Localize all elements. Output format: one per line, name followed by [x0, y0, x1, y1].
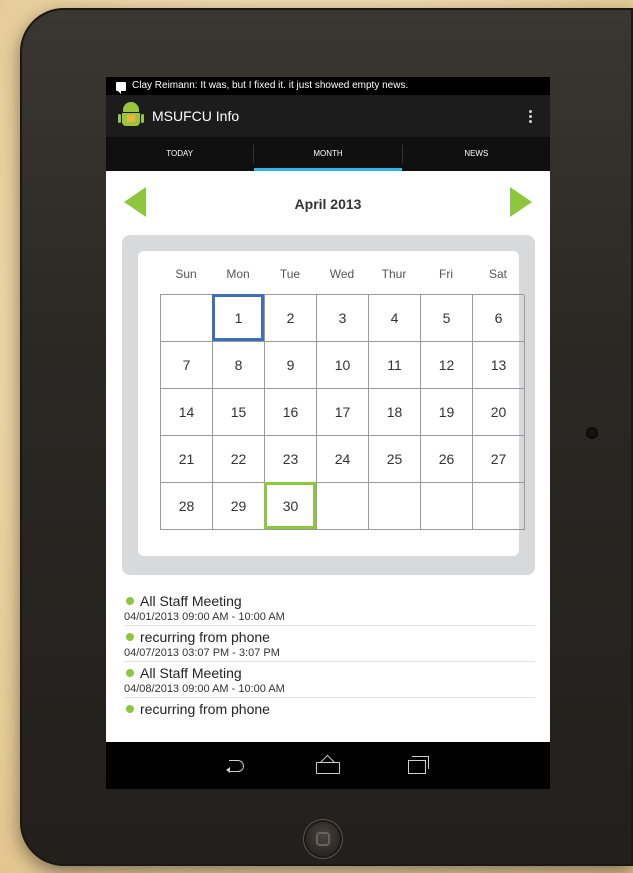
- weekday-label: Wed: [329, 267, 355, 281]
- calendar-day-cell[interactable]: 5: [421, 295, 473, 342]
- event-list: All Staff Meeting 04/01/2013 09:00 AM - …: [124, 591, 535, 720]
- action-bar: MSUFCU Info: [106, 95, 550, 137]
- calendar-day-cell[interactable]: 27: [473, 436, 525, 483]
- event-title: recurring from phone: [140, 628, 270, 645]
- calendar-day-cell[interactable]: 9: [265, 342, 317, 389]
- weekday-label: Sun: [175, 267, 197, 281]
- tab-today[interactable]: TODAY: [106, 137, 253, 171]
- calendar-day-cell[interactable]: 22: [213, 436, 265, 483]
- event-dot-icon: [126, 632, 134, 641]
- calendar-day-cell[interactable]: 18: [369, 389, 421, 436]
- event-dot-icon: [126, 704, 134, 713]
- calendar-day-cell[interactable]: 19: [421, 389, 473, 436]
- event-item[interactable]: All Staff Meeting 04/01/2013 09:00 AM - …: [124, 591, 535, 626]
- calendar-day-cell[interactable]: 6: [473, 295, 525, 342]
- recent-apps-icon[interactable]: [403, 756, 433, 776]
- tab-bar: TODAY MONTH NEWS: [106, 137, 550, 171]
- home-icon[interactable]: [313, 756, 343, 776]
- system-navigation-bar: [106, 743, 550, 789]
- event-title: All Staff Meeting: [140, 664, 242, 681]
- overflow-menu-icon[interactable]: [529, 109, 532, 123]
- month-label: April 2013: [294, 196, 362, 212]
- month-view: April 2013 Sun Mon Tue Wed Thur Fri Sat …: [106, 171, 550, 742]
- event-time: 04/01/2013 09:00 AM - 10:00 AM: [124, 611, 285, 623]
- calendar-day-cell[interactable]: 13: [473, 342, 525, 389]
- weekday-label: Sat: [488, 267, 507, 281]
- event-title: All Staff Meeting: [140, 592, 242, 609]
- event-dot-icon: [126, 668, 134, 677]
- calendar-day-cell: [421, 483, 473, 530]
- calendar-day-cell[interactable]: 21: [161, 436, 213, 483]
- calendar-day-cell[interactable]: 16: [265, 389, 317, 436]
- calendar-container: Sun Mon Tue Wed Thur Fri Sat 1 2 3 4 5 6 7 8 9 10…: [122, 235, 535, 575]
- tab-month[interactable]: MONTH: [254, 137, 402, 171]
- event-dot-icon: [126, 596, 134, 605]
- calendar-day-cell[interactable]: 14: [161, 389, 213, 436]
- weekday-header: Sun Mon Tue Wed Thur Fri Sat: [160, 267, 524, 281]
- weekday-label: Tue: [279, 267, 301, 281]
- status-bar: Clay Reimann: It was, but I fixed it. it…: [106, 77, 550, 95]
- calendar-day-cell: [369, 483, 421, 530]
- weekday-label: Thur: [381, 267, 407, 281]
- next-month-arrow-icon[interactable]: [510, 187, 532, 217]
- calendar-day-cell[interactable]: 10: [317, 342, 369, 389]
- calendar-day-cell[interactable]: 24: [317, 436, 369, 483]
- hardware-home-button[interactable]: [306, 822, 340, 856]
- message-notification-icon: [116, 81, 126, 94]
- month-navigation: April 2013: [106, 171, 550, 229]
- calendar-day-cell[interactable]: 26: [421, 436, 473, 483]
- calendar-day-cell[interactable]: 25: [369, 436, 421, 483]
- back-icon[interactable]: [223, 756, 253, 776]
- calendar-day-cell[interactable]: 29: [213, 483, 265, 530]
- event-item[interactable]: recurring from phone: [124, 699, 535, 719]
- calendar-day-cell[interactable]: 12: [421, 342, 473, 389]
- calendar-day-cell[interactable]: 17: [317, 389, 369, 436]
- calendar-card: Sun Mon Tue Wed Thur Fri Sat 1 2 3 4 5 6 7 8 9 10…: [138, 251, 525, 556]
- calendar-day-cell[interactable]: 28: [161, 483, 213, 530]
- calendar-day-cell[interactable]: 8: [213, 342, 265, 389]
- event-time: 04/08/2013 09:00 AM - 10:00 AM: [124, 683, 285, 695]
- calendar-day-cell[interactable]: 4: [369, 295, 421, 342]
- calendar-day-cell: [317, 483, 369, 530]
- event-item[interactable]: recurring from phone 04/07/2013 03:07 PM…: [124, 627, 535, 662]
- event-title: recurring from phone: [140, 700, 270, 717]
- weekday-label: Mon: [226, 267, 250, 281]
- app-title: MSUFCU Info: [152, 108, 240, 124]
- calendar-day-cell[interactable]: 2: [265, 295, 317, 342]
- calendar-day-cell[interactable]: 3: [317, 295, 369, 342]
- calendar-day-cell[interactable]: 11: [369, 342, 421, 389]
- calendar-day-cell[interactable]: 30: [264, 482, 317, 530]
- tab-news[interactable]: NEWS: [403, 137, 550, 171]
- notification-text: Clay Reimann: It was, but I fixed it. it…: [132, 80, 409, 91]
- calendar-day-cell[interactable]: 23: [265, 436, 317, 483]
- event-time: 04/07/2013 03:07 PM - 3:07 PM: [124, 647, 280, 659]
- calendar-day-cell[interactable]: 15: [213, 389, 265, 436]
- calendar-day-cell[interactable]: 7: [161, 342, 213, 389]
- calendar-day-cell[interactable]: 20: [473, 389, 525, 436]
- calendar-grid: 1 2 3 4 5 6 7 8 9 10 11 12 13 14 15 16 17 18 19 20 21 22 23 24 2…: [160, 294, 525, 530]
- calendar-day-cell: [473, 483, 525, 530]
- calendar-day-cell[interactable]: 1: [212, 294, 265, 342]
- event-item[interactable]: All Staff Meeting 04/08/2013 09:00 AM - …: [124, 663, 535, 698]
- weekday-label: Fri: [439, 267, 453, 281]
- device-screen: Clay Reimann: It was, but I fixed it. it…: [106, 77, 550, 789]
- calendar-day-cell: [161, 295, 213, 342]
- android-app-icon[interactable]: [118, 102, 144, 130]
- camera-icon: [586, 427, 598, 439]
